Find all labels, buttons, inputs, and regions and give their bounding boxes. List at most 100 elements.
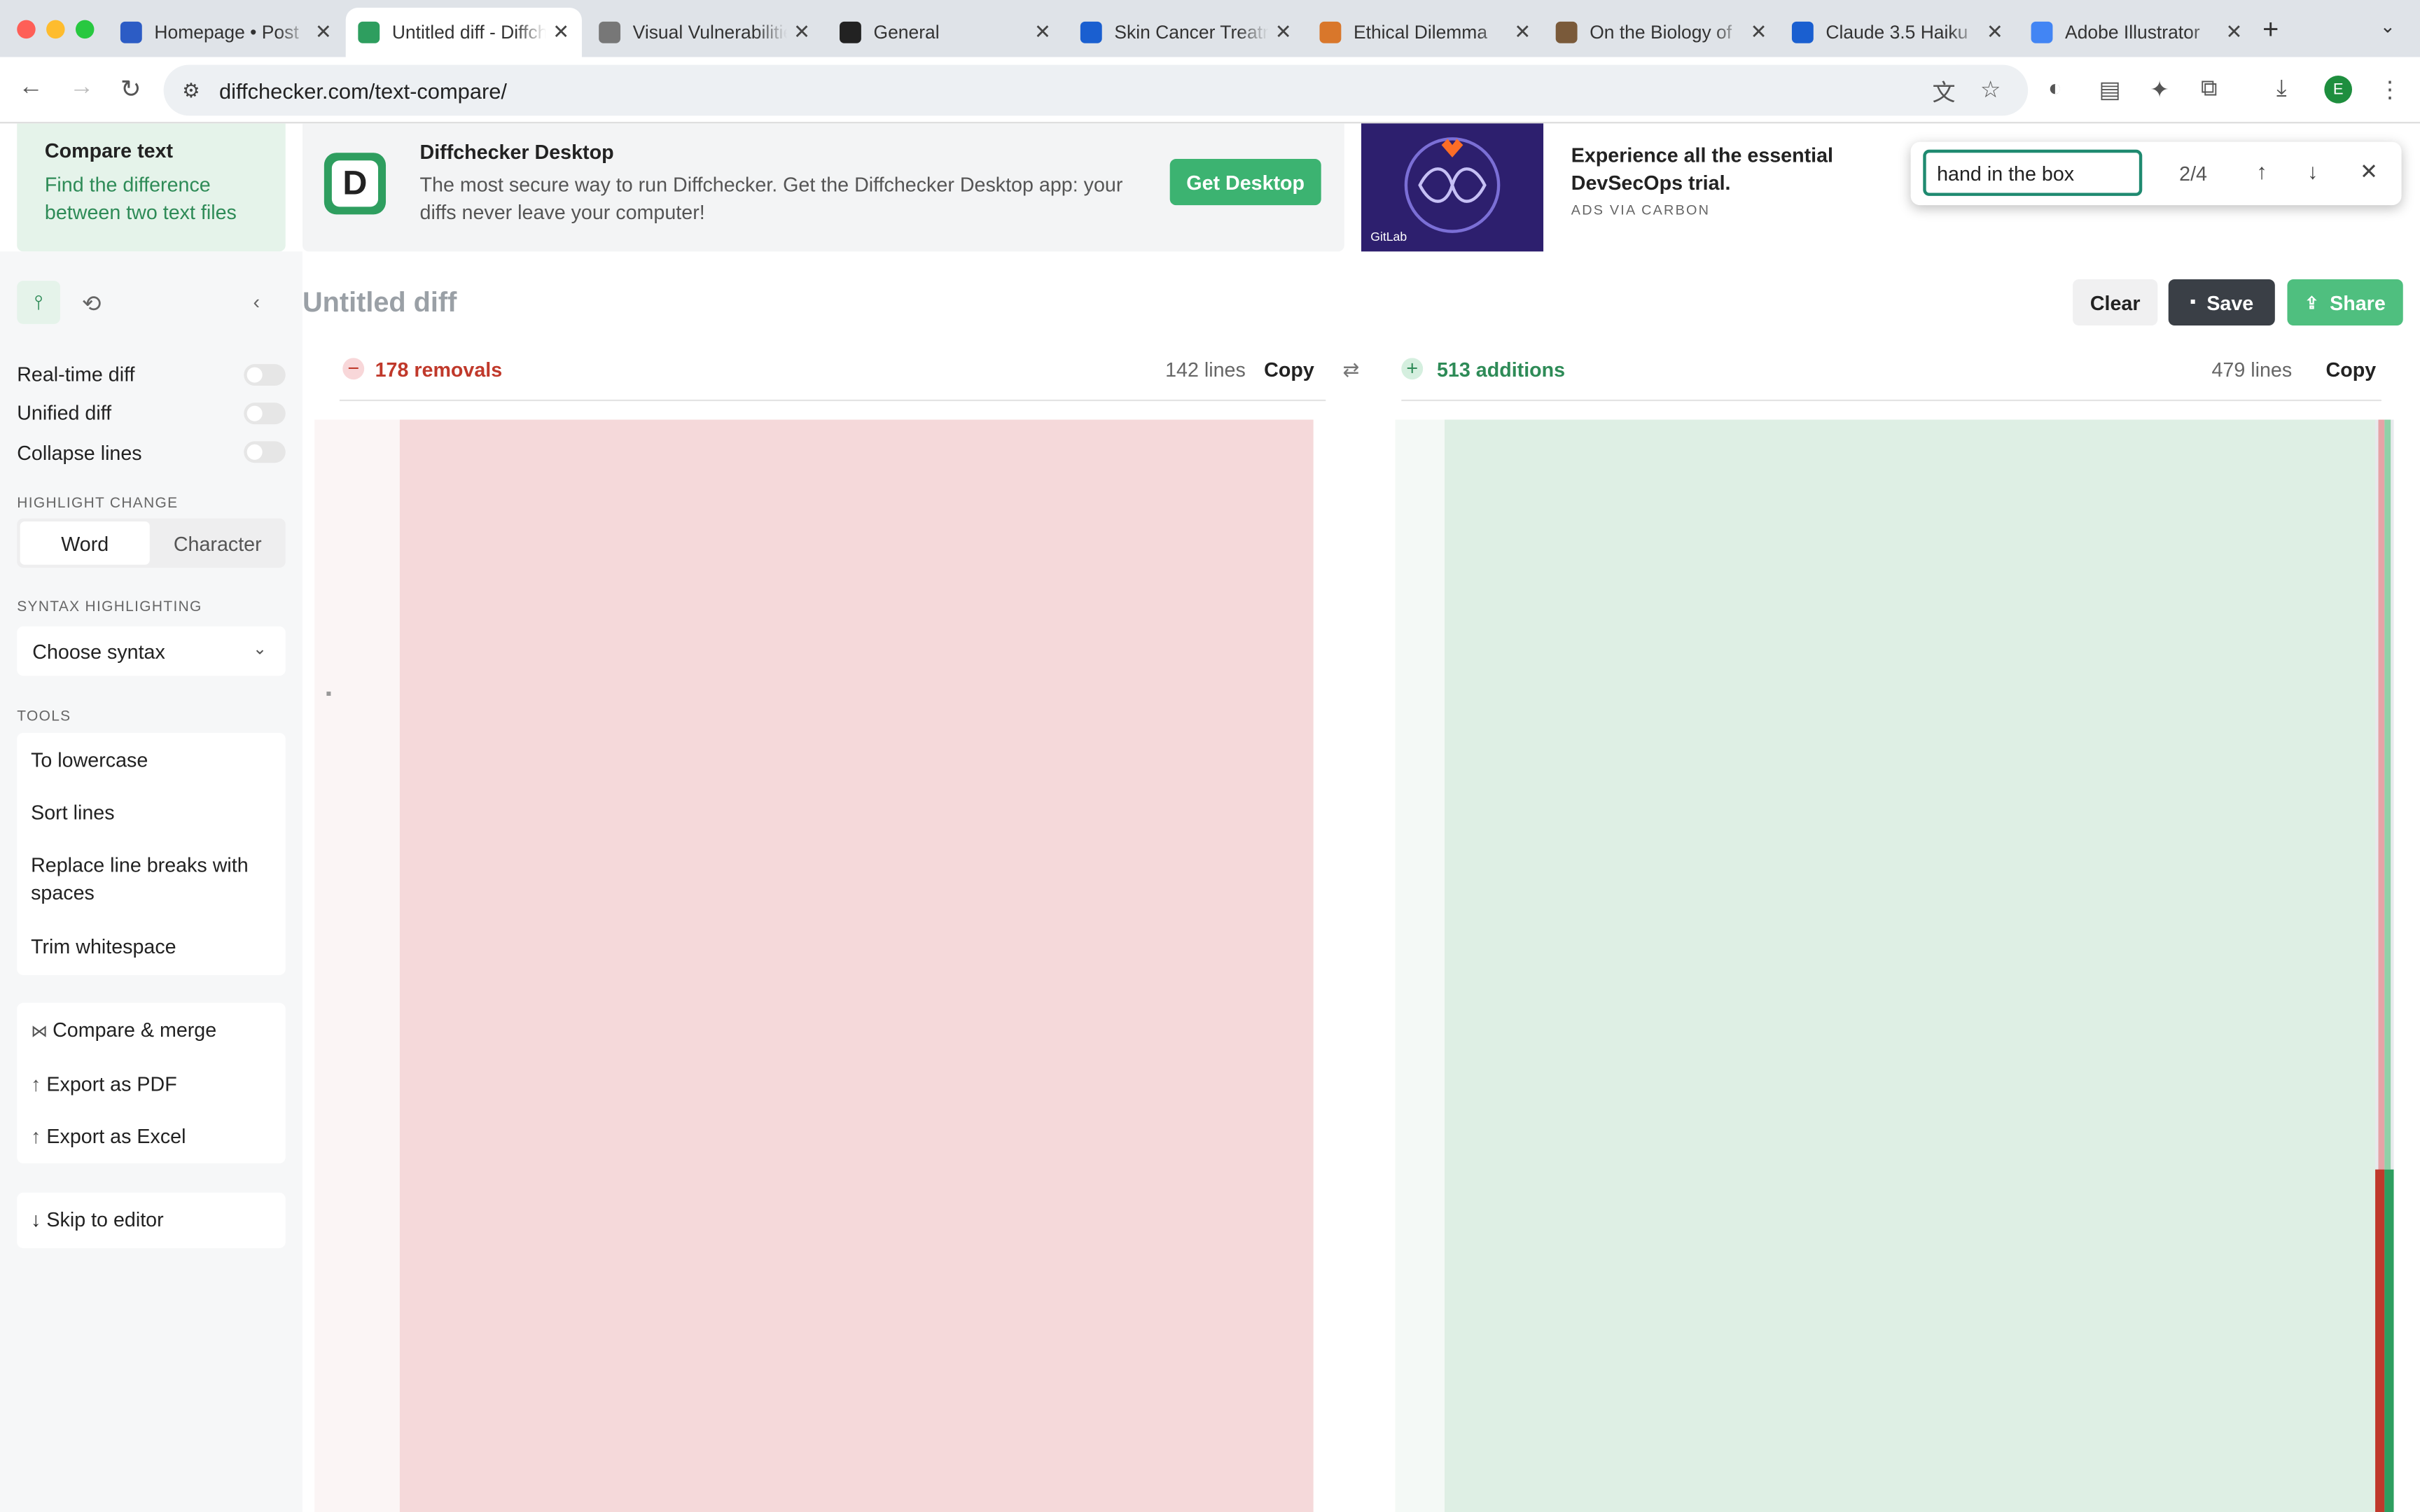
browser-tab[interactable]: Homepage • Post ✕: [108, 8, 344, 57]
find-input[interactable]: [1923, 149, 2143, 196]
find-next-icon[interactable]: ↓: [2307, 159, 2318, 183]
share-button[interactable]: ⇪ Share: [2287, 279, 2403, 326]
site-info-icon[interactable]: ⚙: [182, 78, 200, 103]
export-excel-button[interactable]: ↑ Export as Excel: [31, 1124, 186, 1152]
clear-button[interactable]: Clear: [2073, 279, 2158, 326]
tools-list: To lowercase Sort lines Replace line bre…: [17, 732, 286, 975]
tab-close-icon[interactable]: ✕: [552, 20, 569, 45]
profile-avatar[interactable]: E: [2324, 75, 2353, 104]
comment-icon[interactable]: ▪: [326, 685, 332, 704]
bookmark-star-icon[interactable]: ☆: [1980, 76, 2001, 103]
extension-icon[interactable]: ▤: [2099, 76, 2121, 103]
browser-tab[interactable]: General ✕: [827, 8, 1063, 57]
export-icon: ↑: [31, 1124, 47, 1148]
reload-icon[interactable]: ↻: [120, 74, 141, 105]
highlight-word-button[interactable]: Word: [20, 521, 150, 565]
find-previous-icon[interactable]: ↑: [2256, 159, 2267, 183]
removals-count: 178 removals: [375, 358, 503, 382]
minimize-window-button[interactable]: [46, 20, 65, 39]
menu-kebab-icon[interactable]: ⋮: [2378, 76, 2401, 103]
tab-favicon-icon: [1080, 21, 1102, 43]
desktop-title: Diffchecker Desktop: [419, 140, 614, 164]
tab-close-icon[interactable]: ✕: [2225, 20, 2242, 45]
ad-brand: GitLab: [1370, 230, 1407, 244]
tab-close-icon[interactable]: ✕: [315, 20, 332, 45]
tab-close-icon[interactable]: ✕: [1751, 20, 1767, 45]
tab-search-chevron-icon[interactable]: ⌄: [2380, 15, 2395, 37]
forward-icon[interactable]: →: [69, 74, 94, 102]
tab-favicon-icon: [1791, 21, 1814, 43]
tab-title: Skin Cancer Treatment: [1114, 21, 1269, 43]
history-icon[interactable]: ⟲: [82, 290, 102, 318]
export-pdf-button[interactable]: ↑ Export as PDF: [31, 1071, 177, 1099]
left-diff-panel[interactable]: [314, 419, 1314, 1512]
find-close-icon[interactable]: ✕: [2360, 159, 2378, 185]
removal-icon: −: [342, 358, 365, 380]
extension-icon[interactable]: ✦: [2150, 76, 2169, 103]
browser-tab[interactable]: On the Biology of ✕: [1543, 8, 1779, 57]
close-window-button[interactable]: [17, 20, 36, 39]
right-diff-panel[interactable]: [1395, 419, 2394, 1512]
right-line-count: 479 lines: [2211, 358, 2293, 382]
tab-close-icon[interactable]: ✕: [1275, 20, 1292, 45]
extensions-puzzle-icon[interactable]: ⧉: [2201, 76, 2218, 102]
tool-sort-lines[interactable]: Sort lines: [31, 799, 114, 827]
syntax-value: Choose syntax: [32, 639, 165, 663]
browser-tab[interactable]: Untitled diff - Diffchecker✕: [345, 8, 582, 57]
ad-image[interactable]: GitLab: [1361, 123, 1544, 252]
skip-to-editor-button[interactable]: ↓ Skip to editor: [31, 1207, 164, 1235]
compare-merge-button[interactable]: ⋈ Compare & merge: [31, 1016, 216, 1046]
swap-icon[interactable]: ⇄: [1343, 358, 1360, 382]
tool-replace-line-breaks[interactable]: Replace line breaks with spaces: [31, 852, 272, 907]
tab-favicon-icon: [120, 21, 142, 43]
copy-right-button[interactable]: Copy: [2326, 358, 2377, 381]
extension-icon[interactable]: ◐: [2048, 76, 2062, 102]
tab-title: Untitled diff - Diffchecker: [391, 21, 547, 43]
tool-to-lowercase[interactable]: To lowercase: [31, 747, 148, 775]
syntax-select[interactable]: Choose syntax ⌄: [17, 626, 286, 676]
tab-title: On the Biology of: [1590, 21, 1732, 43]
maximize-window-button[interactable]: [75, 20, 95, 39]
tab-close-icon[interactable]: ✕: [793, 20, 810, 45]
actions-list: ⋈ Compare & merge ↑ Export as PDF ↑ Expo…: [17, 1002, 286, 1163]
collapse-sidebar-icon[interactable]: ‹: [253, 290, 260, 313]
tools-label: TOOLS: [17, 708, 71, 725]
diff-title[interactable]: Untitled diff: [302, 287, 457, 319]
tab-favicon-icon: [1319, 21, 1342, 43]
browser-tab[interactable]: Ethical Dilemma ✕: [1307, 8, 1543, 57]
browser-tab[interactable]: Skin Cancer Treatment ✕: [1068, 8, 1304, 57]
tab-close-icon[interactable]: ✕: [1034, 20, 1051, 45]
ad-source[interactable]: ADS VIA CARBON: [1571, 202, 1710, 218]
highlight-character-button[interactable]: Character: [153, 522, 282, 565]
address-toolbar: ← → ↻ ⚙ diffchecker.com/text-compare/ 文 …: [0, 57, 2420, 124]
download-icon[interactable]: ⤓: [2276, 76, 2287, 102]
save-button[interactable]: ▪ Save: [2168, 279, 2275, 326]
browser-tab[interactable]: Visual Vulnerabilities ✕: [587, 8, 823, 57]
additions-count: 513 additions: [1437, 358, 1566, 382]
url-bar[interactable]: ⚙ diffchecker.com/text-compare/: [163, 64, 2029, 116]
ad-text[interactable]: Experience all the essential DevSecOps t…: [1571, 142, 1919, 197]
tab-favicon-icon: [599, 21, 621, 43]
export-icon: ↑: [31, 1072, 47, 1096]
chevron-down-icon: ⌄: [252, 640, 267, 659]
new-tab-button[interactable]: +: [2262, 14, 2279, 46]
translate-icon[interactable]: 文: [1933, 76, 1956, 108]
collapse-lines-toggle[interactable]: [244, 441, 286, 463]
tab-close-icon[interactable]: ✕: [1514, 20, 1531, 45]
back-icon[interactable]: ←: [18, 74, 43, 102]
unified-diff-toggle[interactable]: [244, 402, 286, 425]
copy-left-button[interactable]: Copy: [1264, 358, 1314, 381]
realtime-diff-toggle[interactable]: [244, 364, 286, 386]
find-count: 2/4: [2179, 162, 2208, 186]
arrow-down-icon: ↓: [31, 1208, 47, 1231]
find-bar: 2/4 ↑ ↓ ✕: [1910, 141, 2402, 206]
tool-trim-whitespace[interactable]: Trim whitespace: [31, 933, 176, 961]
diff-minimap[interactable]: [2375, 419, 2394, 1512]
browser-tab[interactable]: Adobe Illustrator ✕: [2019, 8, 2255, 57]
tab-title: Adobe Illustrator: [2065, 21, 2200, 43]
tab-favicon-icon: [1555, 21, 1578, 43]
browser-tab[interactable]: Claude 3.5 Haiku ✕: [1779, 8, 2015, 57]
get-desktop-button[interactable]: Get Desktop: [1169, 159, 1321, 206]
tab-close-icon[interactable]: ✕: [1987, 20, 2003, 45]
diff-settings-icon[interactable]: ⫯: [17, 281, 60, 324]
